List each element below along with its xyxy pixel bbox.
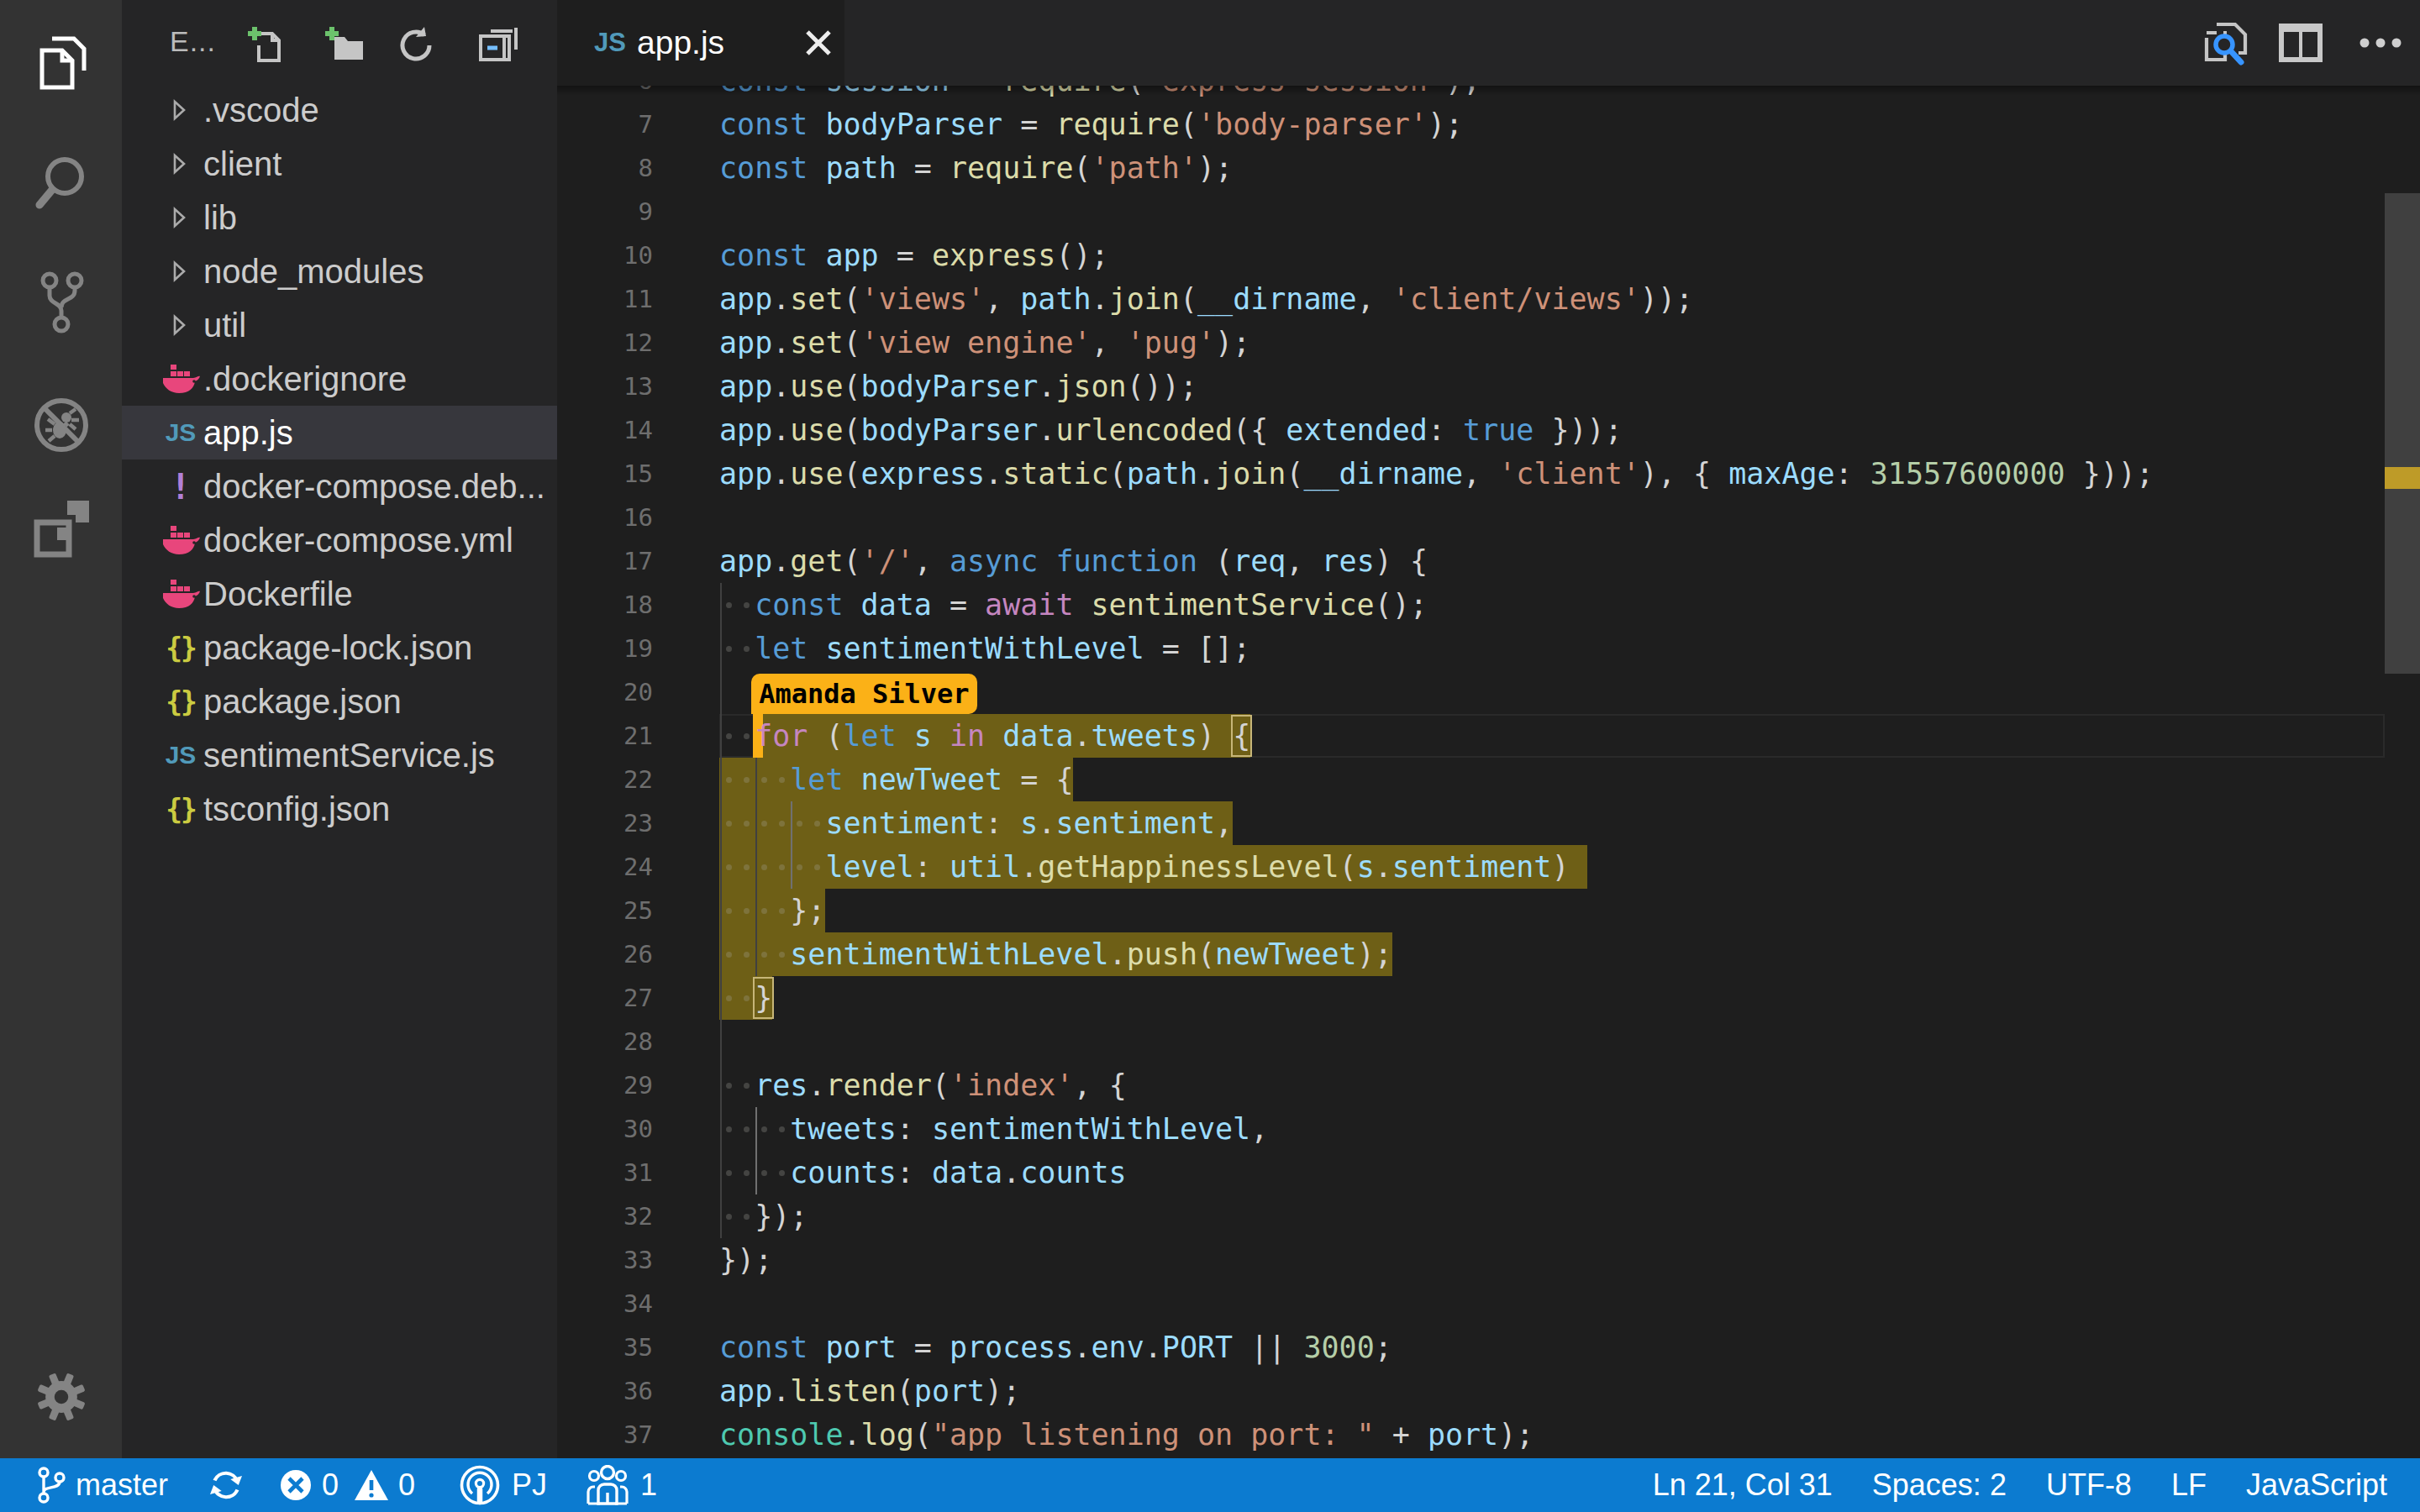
tree-item-label: node_modules [203,244,424,298]
refresh-button[interactable] [394,24,438,67]
tab-bar: JS app.js [557,0,2420,86]
tree-item-label: package-lock.json [203,621,472,675]
git-branch-icon [37,1466,66,1504]
chevron-right-icon [172,207,187,232]
encoding-item[interactable]: UTF-8 [2046,1458,2132,1512]
tree-item-client[interactable]: client [122,137,557,191]
debug-icon[interactable] [0,396,122,454]
bracket-match-box [1231,715,1252,757]
tab-label: app.js [637,0,724,86]
tree-item-label: Dockerfile [203,567,353,621]
tree-item-.vscode[interactable]: .vscode [122,83,557,137]
explorer-sidebar: E... [122,0,557,1458]
cursor-position-item[interactable]: Ln 21, Col 31 [1653,1458,1833,1512]
tree-item-label: lib [203,191,237,244]
tree-item-label: app.js [203,406,293,459]
tab-appjs[interactable]: JS app.js [557,0,844,86]
new-file-button[interactable] [245,24,289,67]
tree-item-label: docker-compose.yml [203,513,513,567]
sync-item[interactable] [208,1458,244,1512]
scrollbar-slider[interactable] [2385,193,2420,674]
live-share-icon [459,1463,501,1507]
search-icon[interactable] [0,153,122,213]
braces-file-icon: {} [154,675,208,728]
braces-file-icon: {} [154,621,208,675]
tree-item-tsconfig.json[interactable]: {}tsconfig.json [122,782,557,836]
js-file-icon: JS [594,0,626,86]
docker-file-icon [154,567,208,621]
tree-item-label: client [203,137,281,191]
docker-file-icon [154,352,208,406]
live-share-participant-tag: Amanda Silver [751,674,976,714]
chevron-right-icon [172,260,187,286]
people-icon [586,1465,629,1505]
tree-item-label: util [203,298,246,352]
new-folder-button[interactable] [323,24,366,67]
chevron-right-icon [172,153,187,178]
tab-shadow [557,86,2420,96]
split-editor-icon[interactable] [2268,10,2333,76]
tree-item-label: sentimentService.js [203,728,495,782]
overview-ruler-selection-mark [2385,467,2420,489]
editor-group: JS app.js [557,0,2420,1458]
explorer-icon[interactable] [0,35,122,91]
tree-item-docker-compose.yml[interactable]: docker-compose.yml [122,513,557,567]
chevron-right-icon [172,99,187,124]
source-control-icon[interactable] [0,270,122,334]
bracket-match-box [753,977,774,1019]
live-share-label: PJ [512,1467,547,1503]
settings-gear-icon[interactable] [0,1371,122,1423]
tree-item-docker-compose.deb...[interactable]: !docker-compose.deb... [122,459,557,513]
braces-file-icon: {} [154,782,208,836]
activity-bar [0,0,122,1458]
tab-close-icon[interactable] [789,13,848,72]
docker-file-icon [154,513,208,567]
decoration-layer: Amanda Silver [557,86,2420,1458]
chevron-right-icon [172,314,187,339]
live-share-item[interactable]: PJ [459,1458,547,1512]
eol-item[interactable]: LF [2171,1458,2207,1512]
vscode-window: E... [0,0,2420,1512]
tree-item-package-lock.json[interactable]: {}package-lock.json [122,621,557,675]
tree-item-app.js[interactable]: JSapp.js [122,406,557,459]
tree-item-label: package.json [203,675,402,728]
error-count: 0 [322,1467,339,1503]
editor-scrollbar[interactable] [2385,86,2420,1458]
extensions-icon[interactable] [0,499,122,559]
sidebar-title: E... [170,25,216,58]
tree-item-label: tsconfig.json [203,782,390,836]
git-branch-item[interactable]: master [37,1458,168,1512]
js-file-icon: JS [154,728,208,782]
tree-item-Dockerfile[interactable]: Dockerfile [122,567,557,621]
code-editor[interactable]: 6const session = require('express-sessio… [557,86,2420,1458]
sync-icon [208,1467,244,1503]
branch-name: master [76,1467,168,1503]
status-bar: master 0 [0,1458,2420,1512]
problems-item[interactable]: 0 0 [279,1458,415,1512]
language-item[interactable]: JavaScript [2246,1458,2387,1512]
tree-item-package.json[interactable]: {}package.json [122,675,557,728]
tree-item-node-modules[interactable]: node_modules [122,244,557,298]
warning-icon [354,1468,389,1502]
tree-item-sentimentService.js[interactable]: JSsentimentService.js [122,728,557,782]
more-actions-icon[interactable] [2348,10,2413,76]
js-file-icon: JS [154,406,208,459]
collapse-all-button[interactable] [476,24,520,67]
search-editor-icon[interactable] [2193,10,2259,76]
warning-count: 0 [398,1467,415,1503]
tree-item-util[interactable]: util [122,298,557,352]
participants-item[interactable]: 1 [586,1458,657,1512]
exclaim-file-icon: ! [154,459,208,513]
tree-item-.dockerignore[interactable]: .dockerignore [122,352,557,406]
error-icon [279,1468,313,1502]
tree-item-label: .vscode [203,83,319,137]
tree-item-lib[interactable]: lib [122,191,557,244]
tree-item-label: .dockerignore [203,352,407,406]
tree-item-label: docker-compose.deb... [203,459,545,513]
indentation-item[interactable]: Spaces: 2 [1872,1458,2007,1512]
participant-count: 1 [640,1467,657,1503]
